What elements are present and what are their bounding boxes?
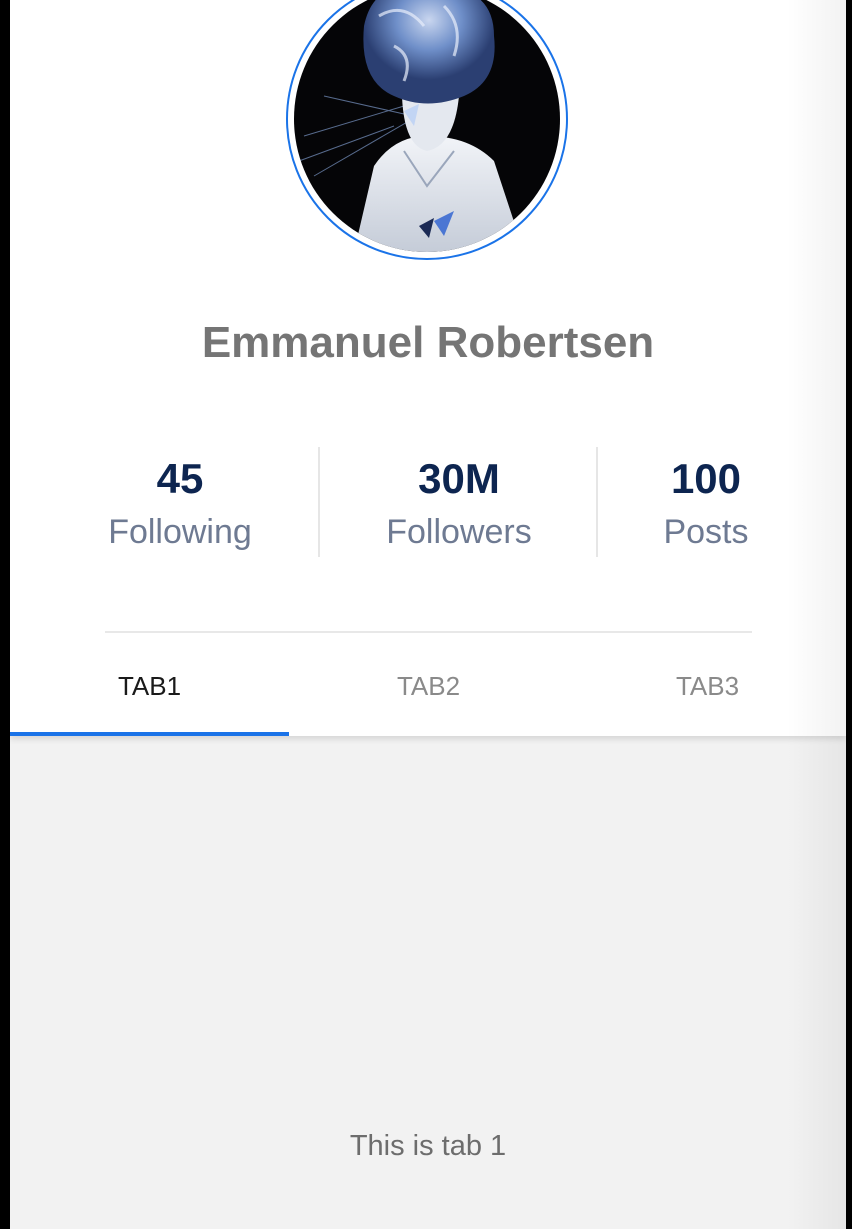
profile-name: Emmanuel Robertsen <box>201 318 655 367</box>
avatar-image <box>294 0 560 252</box>
stat-posts-value: 100 <box>670 455 742 502</box>
stat-following-label: Following <box>108 513 252 551</box>
stat-following[interactable]: 45 Following <box>90 452 270 558</box>
section-divider <box>105 631 752 633</box>
stat-posts-label: Posts <box>663 513 749 551</box>
stat-posts[interactable]: 100 Posts <box>626 452 786 558</box>
stat-followers-value: 30M <box>418 455 500 502</box>
tab-2[interactable]: TAB2 <box>289 640 568 732</box>
avatar-ring <box>286 0 568 260</box>
stat-followers[interactable]: 30M Followers <box>359 452 559 558</box>
tab-1[interactable]: TAB1 <box>10 640 289 732</box>
tab-content-text: This is tab 1 <box>349 1130 507 1162</box>
profile-header: Emmanuel Robertsen 45 Following 30M Foll… <box>10 0 846 736</box>
stat-divider <box>596 447 598 557</box>
stat-divider <box>318 447 320 557</box>
tab-indicator <box>10 732 289 736</box>
tab-3[interactable]: TAB3 <box>568 640 846 732</box>
stat-following-value: 45 <box>156 455 204 502</box>
profile-screen: Emmanuel Robertsen 45 Following 30M Foll… <box>10 0 846 1229</box>
avatar[interactable] <box>294 0 560 252</box>
stat-followers-label: Followers <box>386 513 532 551</box>
